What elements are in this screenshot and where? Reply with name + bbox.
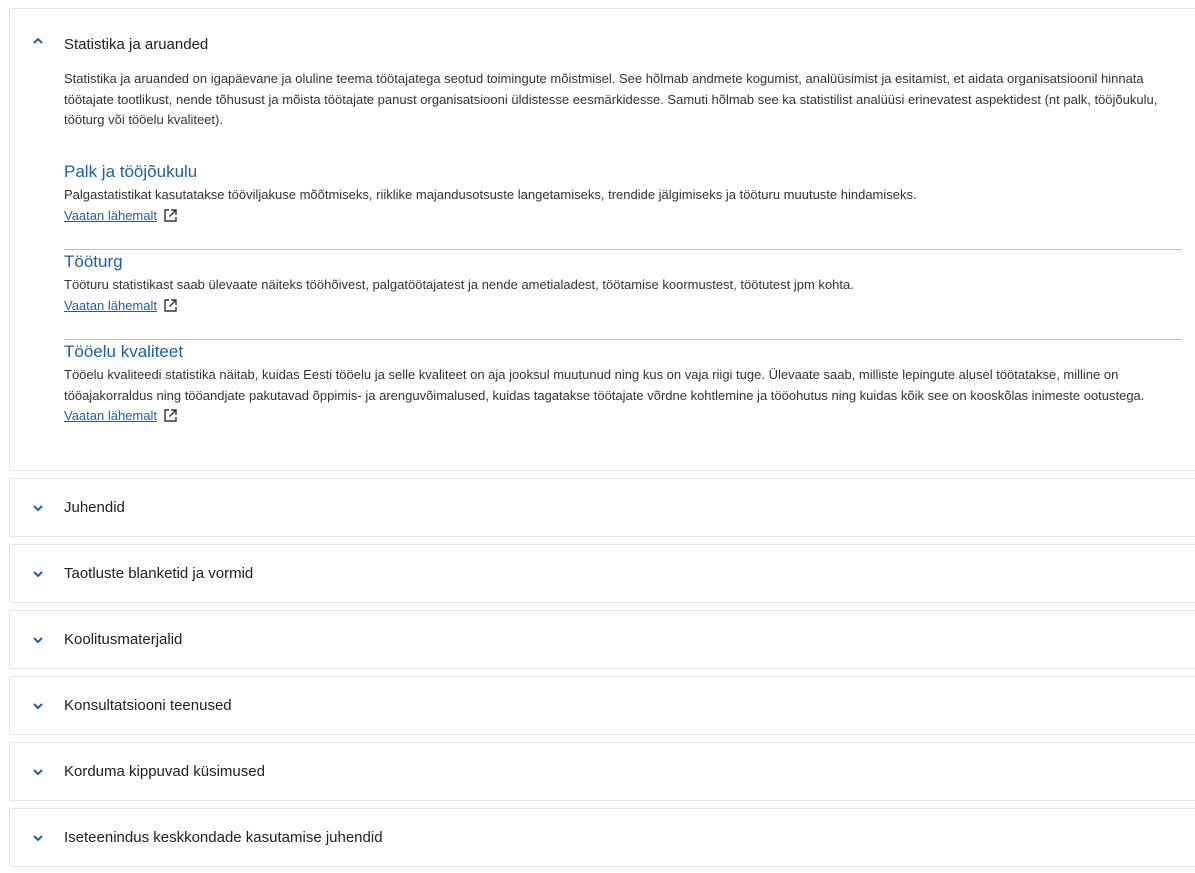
section-palk: Palk ja tööjõukulu Palgastatistikat kasu… — [64, 161, 1186, 229]
panel-header[interactable]: Koolitusmaterjalid — [10, 611, 1195, 675]
panel-kkk[interactable]: Korduma kippuvad küsimused — [9, 742, 1195, 801]
external-link-icon — [163, 298, 178, 319]
section-text: Tööelu kvaliteedi statistika näitab, kui… — [64, 367, 1145, 403]
panel-header[interactable]: Juhendid — [10, 479, 1195, 543]
panel-title: Koolitusmaterjalid — [64, 631, 183, 648]
panel-title: Iseteenindus keskkondade kasutamise juhe… — [64, 829, 383, 846]
panel-title: Juhendid — [64, 499, 125, 516]
section-tooelu: Tööelu kvaliteet Tööelu kvaliteedi stati… — [64, 341, 1186, 429]
panel-header[interactable]: Taotluste blanketid ja vormid — [10, 545, 1195, 609]
panel-koolitus[interactable]: Koolitusmaterjalid — [9, 610, 1195, 669]
chevron-down-icon — [32, 766, 44, 778]
chevron-down-icon — [32, 832, 44, 844]
section-divider — [64, 339, 1182, 340]
read-more-link[interactable]: Vaatan lähemalt — [64, 206, 178, 229]
read-more-label: Vaatan lähemalt — [64, 408, 157, 423]
section-text: Tööturu statistikast saab ülevaate näite… — [64, 277, 854, 292]
external-link-icon — [163, 208, 178, 229]
panel-konsultatsioon[interactable]: Konsultatsiooni teenused — [9, 676, 1195, 735]
section-tooturg: Tööturg Tööturu statistikast saab ülevaa… — [64, 251, 1186, 319]
panel-body: Statistika ja aruanded on igapäevane ja … — [64, 69, 1186, 423]
panel-title: Statistika ja aruanded — [64, 36, 209, 53]
panel-taotluste[interactable]: Taotluste blanketid ja vormid — [9, 544, 1195, 603]
chevron-down-icon — [32, 502, 44, 514]
chevron-down-icon — [32, 568, 44, 580]
read-more-label: Vaatan lähemalt — [64, 297, 157, 313]
panel-juhendid[interactable]: Juhendid — [9, 478, 1195, 537]
external-link-icon — [163, 408, 178, 429]
panel-iseteenindus[interactable]: Iseteenindus keskkondade kasutamise juhe… — [9, 808, 1195, 867]
panel-header-statistika[interactable]: Statistika ja aruanded — [10, 9, 1195, 73]
section-title: Palk ja tööjõukulu — [64, 162, 198, 181]
panel-title: Taotluste blanketid ja vormid — [64, 565, 254, 582]
panel-header[interactable]: Korduma kippuvad küsimused — [10, 743, 1195, 807]
panel-title: Korduma kippuvad küsimused — [64, 763, 265, 780]
panel-statistika: Statistika ja aruanded Statistika ja aru… — [9, 8, 1195, 471]
section-title: Tööelu kvaliteet — [64, 342, 184, 361]
chevron-down-icon — [32, 634, 44, 646]
chevron-down-icon — [32, 700, 44, 712]
section-text: Palgastatistikat kasutatakse tööviljakus… — [64, 187, 917, 202]
read-more-label: Vaatan lähemalt — [64, 207, 157, 223]
section-title: Tööturg — [64, 252, 123, 271]
chevron-up-icon — [32, 35, 44, 47]
intro-text: Statistika ja aruanded on igapäevane ja … — [64, 71, 1158, 127]
panel-header[interactable]: Konsultatsiooni teenused — [10, 677, 1195, 741]
read-more-link[interactable]: Vaatan lähemalt — [64, 296, 178, 319]
read-more-link[interactable]: Vaatan lähemalt — [64, 406, 178, 429]
panel-title: Konsultatsiooni teenused — [64, 697, 232, 714]
section-divider — [64, 249, 1182, 250]
panel-header[interactable]: Iseteenindus keskkondade kasutamise juhe… — [10, 809, 1195, 873]
